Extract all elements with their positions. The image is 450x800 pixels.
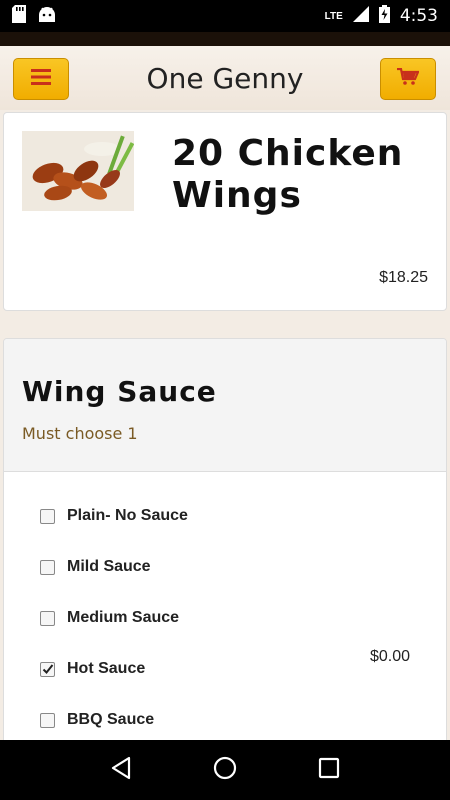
checkbox-checked[interactable] — [40, 661, 55, 677]
android-icon — [38, 6, 56, 27]
requirement-text: Must choose 1 — [22, 424, 138, 443]
option-label: Mild Sauce — [67, 558, 151, 575]
chicken-wings-photo — [22, 131, 134, 211]
item-price: $18.25 — [379, 269, 428, 286]
menu-button[interactable] — [13, 58, 69, 100]
checkbox[interactable] — [40, 712, 55, 728]
sauce-header: Wing Sauce Must choose 1 — [4, 339, 446, 472]
app-title: One Genny — [146, 61, 304, 95]
header-top-border — [0, 32, 450, 46]
option-label: Medium Sauce — [67, 609, 180, 626]
option-price: $0.00 — [369, 648, 410, 665]
option-label: Plain- No Sauce — [67, 507, 188, 524]
checkbox[interactable] — [40, 508, 55, 524]
shopping-cart-icon — [397, 67, 420, 91]
option-medium-sauce[interactable]: Medium Sauce — [40, 607, 179, 629]
option-plain-no-sauce[interactable]: Plain- No Sauce — [40, 505, 188, 527]
item-card: 20 Chicken Wings $18.25 — [3, 112, 447, 311]
back-icon[interactable] — [110, 756, 132, 785]
network-type: LTE — [324, 10, 343, 22]
checkmark-icon — [42, 664, 53, 674]
option-mild-sauce[interactable]: Mild Sauce — [40, 556, 151, 578]
cart-button[interactable] — [380, 58, 436, 100]
hamburger-menu-icon — [31, 68, 51, 90]
app-header: One Genny — [0, 46, 450, 110]
sd-card-icon — [12, 4, 26, 28]
navigation-bar — [0, 740, 450, 800]
option-label: Hot Sauce — [67, 660, 146, 677]
option-label: BBQ Sauce — [67, 711, 155, 728]
wing-sauce-panel: Wing Sauce Must choose 1 Plain- No Sauce… — [3, 338, 447, 758]
home-icon[interactable] — [213, 756, 237, 785]
section-title: Wing Sauce — [22, 375, 217, 408]
battery-charging-icon — [378, 4, 390, 28]
option-bbq-sauce[interactable]: BBQ Sauce — [40, 709, 154, 731]
item-name: 20 Chicken Wings — [172, 133, 404, 216]
checkbox[interactable] — [40, 559, 55, 575]
option-hot-sauce[interactable]: Hot Sauce — [40, 658, 145, 680]
recents-icon[interactable] — [318, 757, 340, 784]
signal-icon — [352, 5, 369, 27]
status-bar: LTE 4:53 — [0, 0, 450, 32]
checkbox[interactable] — [40, 610, 55, 626]
clock: 4:53 — [399, 6, 438, 26]
